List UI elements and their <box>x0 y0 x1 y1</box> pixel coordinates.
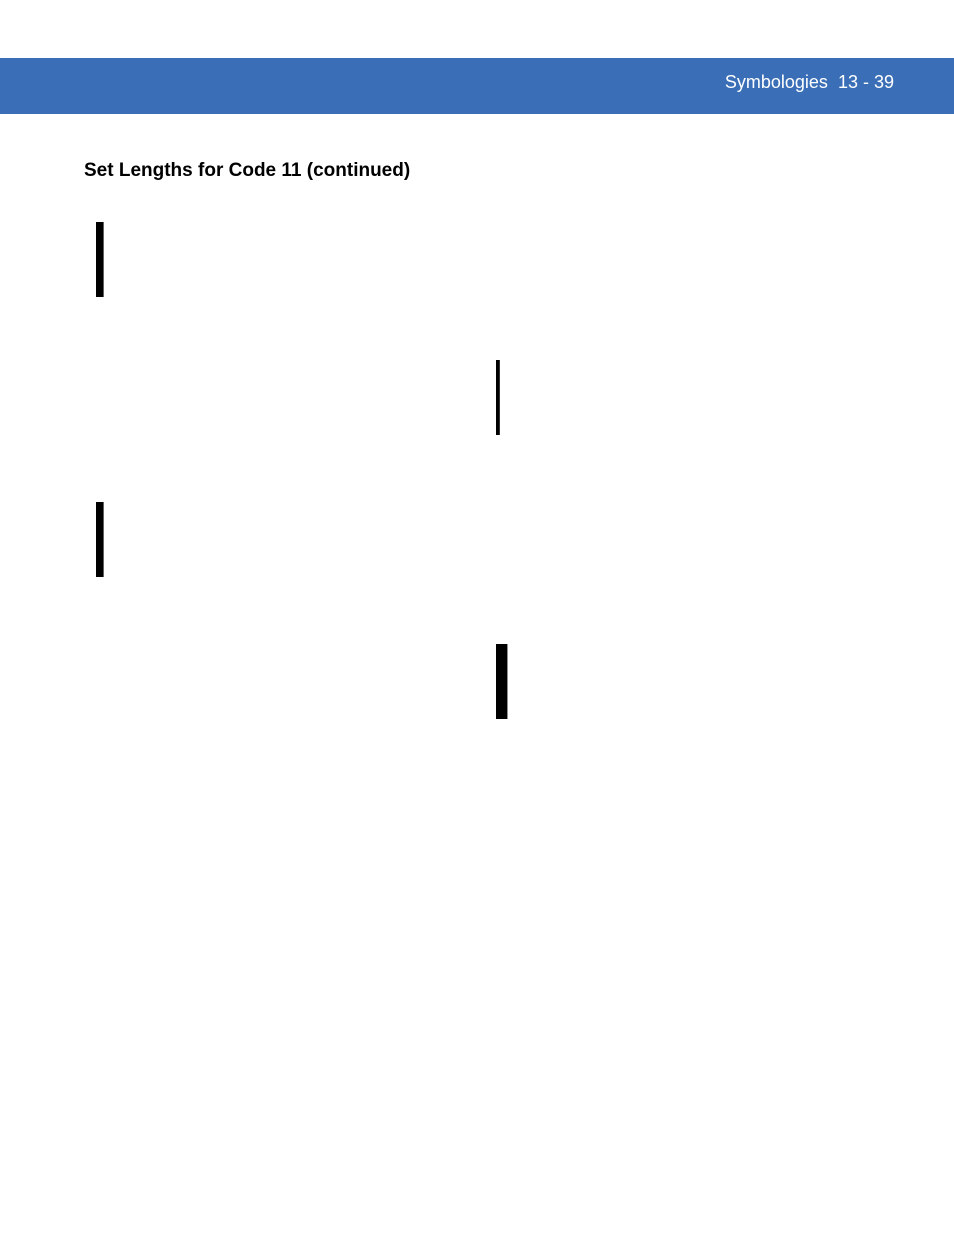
barcode-2 <box>496 360 854 435</box>
barcode-1 <box>96 222 454 297</box>
page: Symbologies 13 - 39 Set Lengths for Code… <box>0 0 954 1235</box>
header-page-ref: Symbologies 13 - 39 <box>725 72 894 93</box>
header-page-number: 13 - 39 <box>838 72 894 92</box>
barcode-4 <box>496 644 854 719</box>
section-title: Set Lengths for Code 11 (continued) <box>84 160 410 182</box>
barcode-3 <box>96 502 454 577</box>
header-chapter: Symbologies <box>725 72 828 92</box>
